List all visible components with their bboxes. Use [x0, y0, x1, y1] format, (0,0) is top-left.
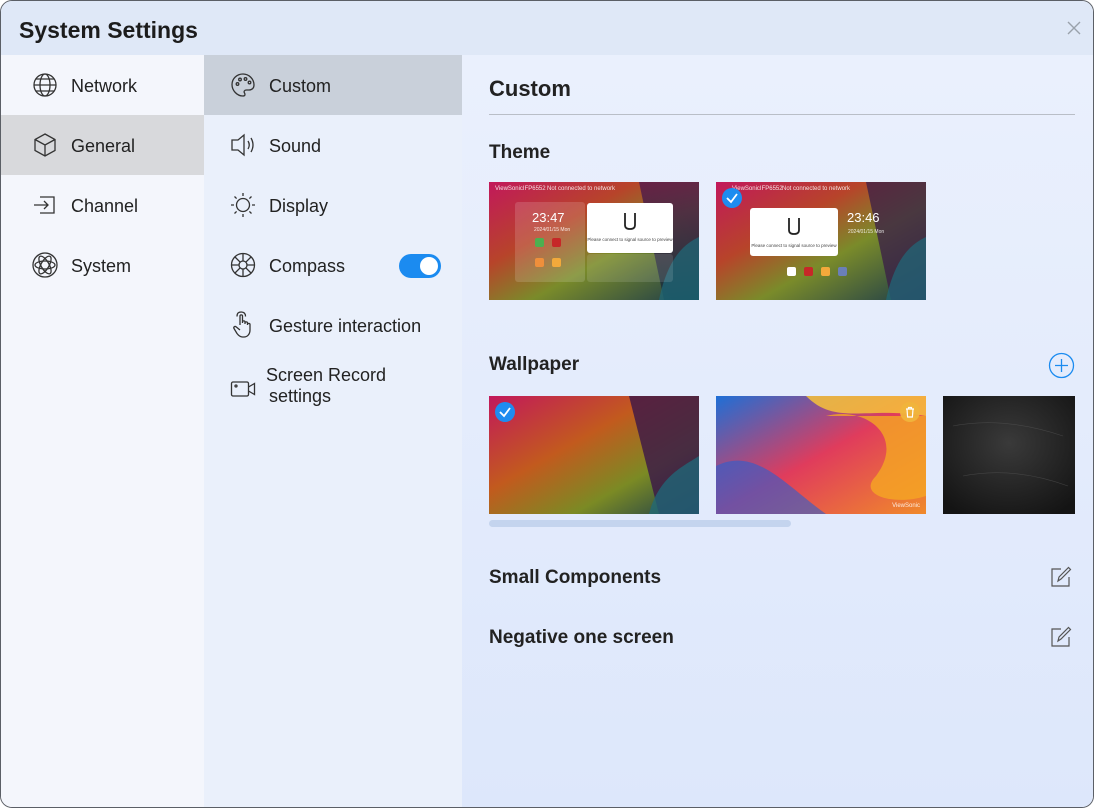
wallpaper-caption: ViewSonic [892, 503, 920, 509]
app-icon [535, 238, 544, 247]
submenu-item-label: Sound [269, 136, 322, 156]
submenu-item-label: Screen Record settings [266, 365, 416, 407]
wallpaper-image [489, 396, 699, 514]
cube-icon [34, 133, 56, 157]
app-icon [552, 258, 561, 267]
status-right: Not connected to network [547, 186, 616, 192]
theme-preview-1[interactable]: ViewSonicIFP6552 Not connected to networ… [489, 182, 699, 300]
sidebar-item-channel[interactable]: Channel [1, 175, 204, 235]
wallpaper-3[interactable] [943, 396, 1075, 514]
label-line-1: Screen Record [266, 365, 387, 385]
submenu-item-gesture[interactable]: Gesture interaction [204, 295, 462, 355]
date: 2024/01/15 Mon [848, 229, 885, 235]
globe-icon [33, 73, 57, 97]
signal-popup: Please connect to signal source to previ… [587, 203, 673, 253]
submenu-item-custom[interactable]: Custom [204, 55, 462, 115]
theme-preview-2[interactable]: ViewSonicIFP6552 Not connected to networ… [716, 182, 926, 300]
hand-icon [233, 311, 251, 338]
status-left: ViewSonicIFP6552 [495, 186, 546, 192]
launcher-panel: 23:47 2024/01/15 Mon [515, 202, 585, 282]
clock: 23:46 [847, 210, 880, 225]
toggle-knob [420, 257, 438, 275]
app-icon [804, 267, 813, 276]
sidebar-item-label: System [71, 256, 132, 276]
sidebar-item-system[interactable]: System [1, 235, 204, 295]
status-right: Not connected to network [782, 186, 851, 192]
compass-icon [230, 252, 256, 278]
sidebar-item-label: Network [71, 76, 138, 96]
edit-small-components-icon[interactable] [1049, 565, 1073, 589]
custom-panel: Custom Theme ViewSonicIFP6552 Not connec… [462, 55, 1093, 807]
signal-popup: Please connect to signal source to previ… [750, 208, 838, 256]
sidebar-item-label: Channel [71, 196, 139, 216]
camera-icon [230, 381, 256, 397]
app-icon [535, 258, 544, 267]
popup-message: Please connect to signal source to previ… [587, 237, 673, 242]
compass-toggle[interactable] [399, 254, 441, 278]
label-line-2: settings [269, 386, 332, 406]
speaker-icon [231, 133, 254, 157]
app-icon [821, 267, 830, 276]
wallpaper-image [716, 396, 926, 514]
small-components-label: Small Components [489, 567, 662, 588]
negative-one-screen-label: Negative one screen [489, 627, 674, 648]
preview-panel [587, 254, 673, 282]
sidebar-item-general[interactable]: General [1, 115, 204, 175]
category-sidebar: Network General Channel System [1, 55, 204, 807]
app-icon [838, 267, 847, 276]
wallpaper-2[interactable]: ViewSonic [716, 396, 926, 514]
add-wallpaper-icon[interactable] [1048, 352, 1075, 379]
delete-wallpaper-icon[interactable] [900, 402, 920, 422]
wallpaper-section-label: Wallpaper [489, 354, 580, 375]
submenu-item-label: Gesture interaction [269, 316, 422, 336]
settings-window: System Settings Network General Channel … [0, 0, 1094, 808]
selected-check-icon [495, 402, 515, 422]
input-icon [34, 196, 55, 214]
atom-icon [32, 252, 58, 278]
app-icon [552, 238, 561, 247]
cable-icon [624, 213, 636, 230]
divider [489, 114, 1075, 115]
close-icon[interactable] [1065, 19, 1083, 37]
app-icon [787, 267, 796, 276]
general-submenu: Custom Sound Display Compass Gesture int… [204, 55, 462, 807]
popup-message: Please connect to signal source to previ… [751, 243, 837, 248]
palette-icon [231, 73, 255, 97]
theme-section-label: Theme [489, 142, 551, 163]
selected-check-icon [722, 188, 742, 208]
submenu-item-screen-record[interactable]: Screen Record settings [204, 355, 462, 425]
sidebar-item-network[interactable]: Network [1, 55, 204, 115]
submenu-item-label: Compass [269, 256, 346, 276]
submenu-item-sound[interactable]: Sound [204, 115, 462, 175]
wallpaper-1[interactable] [489, 396, 699, 514]
submenu-item-compass[interactable]: Compass [204, 235, 462, 295]
sidebar-item-label: General [71, 136, 136, 156]
title-bar: System Settings [1, 1, 1093, 55]
edit-negative-one-screen-icon[interactable] [1049, 625, 1073, 649]
submenu-item-label: Display [269, 196, 329, 216]
wallpaper-image [943, 396, 1075, 514]
window-title: System Settings [19, 17, 198, 43]
sun-icon [231, 193, 255, 217]
wallpaper-scrollbar[interactable] [489, 520, 791, 527]
cable-icon [788, 218, 800, 235]
date: 2024/01/15 Mon [534, 227, 571, 233]
page-title: Custom [489, 76, 571, 101]
submenu-item-display[interactable]: Display [204, 175, 462, 235]
clock: 23:47 [532, 210, 565, 225]
submenu-item-label: Custom [269, 76, 332, 96]
